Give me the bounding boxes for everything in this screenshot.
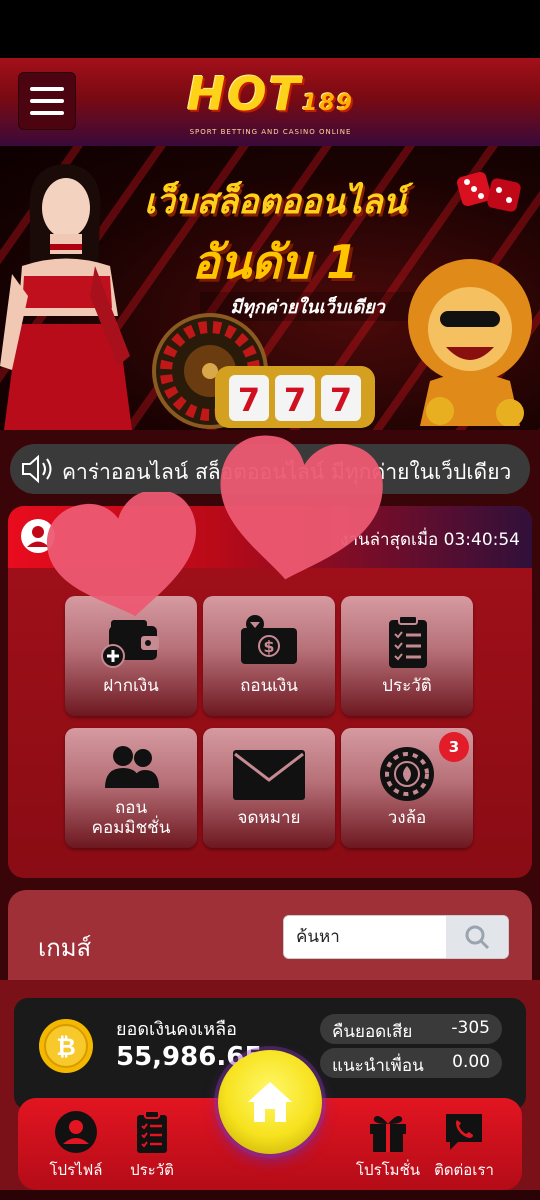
svg-text:$: $ (263, 637, 274, 656)
svg-text:7: 7 (330, 381, 352, 419)
deposit-label: ฝากเงิน (103, 676, 159, 696)
lucky-wheel-button[interactable]: 3 วงล้อ (341, 728, 473, 848)
referral-pill[interactable]: แนะนำเพื่อน 0.00 (320, 1048, 502, 1078)
logo-number: 189 (302, 91, 354, 116)
app-header: HOT189 SPORT BETTING AND CASINO ONLINE (0, 58, 540, 146)
lucky-wheel-label: วงล้อ (387, 808, 427, 828)
gift-icon (370, 1116, 406, 1152)
svg-text:7: 7 (284, 381, 306, 419)
referral-label: แนะนำเพื่อน (332, 1056, 424, 1076)
wheel-count-badge: 3 (439, 732, 469, 762)
dice-icon (456, 171, 521, 212)
nav-profile[interactable]: โปรไฟล์ (36, 1110, 116, 1186)
brand-logo[interactable]: HOT189 SPORT BETTING AND CASINO ONLINE (163, 68, 378, 138)
home-button[interactable] (218, 1050, 322, 1154)
home-icon (248, 1082, 292, 1122)
svg-text:₿: ₿ (56, 1033, 76, 1061)
bottom-edge (0, 1190, 540, 1200)
hamburger-menu-button[interactable] (18, 72, 76, 130)
nav-history-label: ประวัติ (130, 1161, 174, 1179)
game-search-box (283, 915, 509, 959)
envelope-icon (233, 750, 305, 800)
cashback-value: -305 (451, 1018, 490, 1038)
cashback-pill[interactable]: คืนยอดเสีย -305 (320, 1014, 502, 1044)
logo-text: HOT (187, 67, 303, 121)
search-icon (465, 925, 490, 950)
profile-icon (55, 1111, 97, 1153)
withdraw-commission-label-line2: คอมมิชชั่น (91, 818, 171, 838)
bitcoin-coin-icon: ₿ (39, 1019, 93, 1073)
logo-tagline: SPORT BETTING AND CASINO ONLINE (189, 128, 352, 136)
slot-machine-icon: 7 7 7 (215, 366, 375, 428)
status-bar (0, 0, 540, 58)
referral-value: 0.00 (452, 1052, 490, 1072)
withdraw-button[interactable]: $ ถอนเงิน (203, 596, 335, 716)
menu-icon-bar (30, 111, 64, 115)
menu-icon-bar (30, 87, 64, 91)
banner-title-line1: เว็บสล็อตออนไลน์ (144, 182, 406, 222)
inbox-label: จดหมาย (237, 808, 301, 828)
wheel-icon (380, 747, 434, 801)
users-icon (105, 746, 159, 788)
withdraw-commission-button[interactable]: ถอน คอมมิชชั่น (65, 728, 197, 848)
search-button[interactable] (446, 916, 508, 958)
history-label: ประวัติ (382, 676, 432, 696)
phone-chat-icon (446, 1114, 482, 1150)
cashback-label: คืนยอดเสีย (332, 1022, 413, 1042)
balance-label: ยอดเงินคงเหลือ (116, 1019, 237, 1040)
nav-contact-label: ติดต่อเรา (434, 1161, 494, 1179)
nav-promotion-label: โปรโมชั่น (355, 1161, 420, 1179)
cash-withdraw-icon: $ (241, 615, 297, 664)
wallet-plus-icon (101, 620, 159, 668)
withdraw-commission-label: ถอน คอมมิชชั่น (65, 798, 197, 838)
games-title: เกมส์ (38, 934, 92, 962)
lion-mascot-illustration (408, 259, 532, 426)
games-section-header: เกมส์ (8, 890, 532, 980)
promo-banner[interactable]: เว็บสล็อตออนไลน์ อันดับ 1 มีทุกค่ายในเว็… (0, 146, 540, 430)
nav-contact[interactable]: ติดต่อเรา (424, 1110, 504, 1186)
clipboard-list-icon (389, 615, 427, 668)
svg-text:7: 7 (238, 381, 260, 419)
withdraw-label: ถอนเงิน (240, 676, 298, 696)
clipboard-list-icon (137, 1110, 167, 1153)
nav-profile-label: โปรไฟล์ (49, 1161, 103, 1179)
history-button[interactable]: ประวัติ (341, 596, 473, 716)
withdraw-commission-label-line1: ถอน (114, 798, 148, 818)
nav-promotion[interactable]: โปรโมชั่น (348, 1110, 428, 1186)
heart-sticker (46, 492, 196, 617)
nav-history[interactable]: ประวัติ (112, 1110, 192, 1186)
banner-title-line2: อันดับ 1 (191, 235, 359, 289)
inbox-button[interactable]: จดหมาย (203, 728, 335, 848)
last-login-time: 03:40:54 (443, 530, 520, 550)
menu-icon-bar (30, 99, 64, 103)
heart-sticker (220, 435, 383, 580)
speaker-icon (22, 454, 52, 484)
game-search-input[interactable] (284, 916, 446, 958)
